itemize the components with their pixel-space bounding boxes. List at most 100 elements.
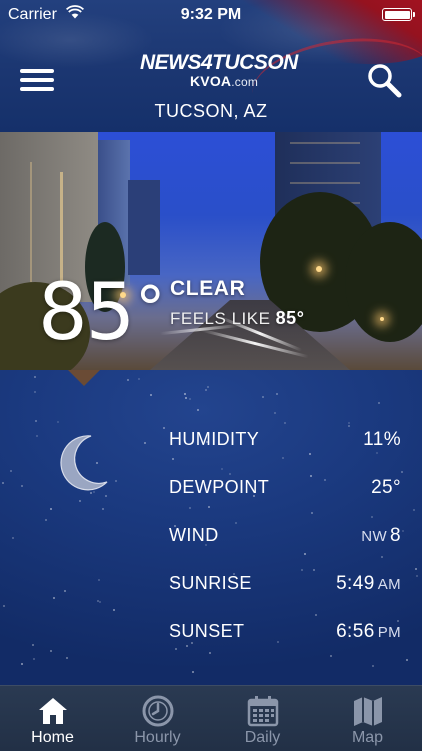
star (34, 376, 36, 378)
building-window (290, 182, 360, 184)
star (313, 569, 315, 571)
wind-direction: NW (361, 528, 388, 545)
star (262, 396, 264, 398)
building-window (30, 162, 32, 282)
star (401, 471, 403, 473)
tab-hourly[interactable]: Hourly (105, 686, 210, 751)
star (207, 386, 209, 388)
star (10, 470, 12, 472)
star (33, 658, 35, 660)
tree (345, 222, 422, 342)
logo-sub-name: KVOA (189, 73, 232, 89)
star (90, 492, 92, 494)
tab-daily[interactable]: Daily (210, 686, 315, 751)
star (282, 457, 284, 459)
star (415, 568, 417, 570)
sunset-label: SUNSET (169, 621, 245, 641)
building-window (60, 172, 63, 282)
street-lamp (316, 266, 322, 272)
star (57, 421, 59, 423)
star (79, 500, 81, 502)
star (315, 614, 317, 616)
sunrise-label: SUNRISE (169, 573, 252, 593)
map-icon (354, 697, 382, 726)
star (50, 508, 52, 510)
hamburger-icon-bar (20, 78, 54, 82)
star (413, 509, 415, 511)
building (128, 180, 160, 275)
sunrise-value: 5:49 AM (336, 573, 401, 595)
degree-symbol: ° (135, 274, 165, 344)
star (66, 657, 68, 659)
star (274, 412, 276, 414)
dewpoint-row: DEWPOINT 25° (169, 477, 401, 503)
star (3, 605, 5, 607)
bottom-tab-bar: Home Hourly Daily Map (0, 685, 422, 751)
humidity-label: HUMIDITY (169, 429, 260, 449)
status-time: 9:32 PM (180, 6, 242, 23)
star (163, 427, 165, 429)
station-logo[interactable]: NEWS4TUCSON KVOA.com (140, 51, 298, 94)
condition-label: CLEAR (170, 277, 246, 300)
status-bar: Carrier 9:32 PM (0, 0, 422, 30)
logo-sub: KVOA.com (166, 74, 282, 89)
conditions-details-panel: HUMIDITY 11% DEWPOINT 25° WIND NW 8 SUNRI… (0, 370, 422, 685)
star (105, 495, 107, 497)
star (205, 389, 207, 391)
street-lamp (380, 317, 384, 321)
wind-value: NW 8 (361, 525, 401, 547)
star (189, 398, 191, 400)
sunset-ampm: PM (377, 624, 401, 641)
star (402, 530, 404, 532)
star (189, 507, 191, 509)
star (138, 378, 140, 380)
search-icon[interactable] (366, 62, 402, 98)
star (229, 473, 231, 475)
logo-brand: NEWS4TUCSON (140, 51, 298, 74)
star (406, 659, 408, 661)
star (371, 516, 373, 518)
moon-icon (60, 435, 108, 491)
feels-like-label: FEELS LIKE (170, 309, 271, 328)
star (208, 506, 210, 508)
star (34, 391, 36, 393)
sunrise-row: SUNRISE 5:49 AM (169, 573, 401, 599)
menu-button[interactable] (20, 67, 54, 93)
star (2, 482, 4, 484)
star (175, 648, 177, 650)
tab-label: Map (351, 729, 384, 746)
feels-like-value: 85° (275, 308, 305, 328)
star (416, 575, 418, 577)
star (45, 519, 47, 521)
star (32, 644, 34, 646)
sunset-row: SUNSET 6:56 PM (169, 621, 401, 647)
star (115, 480, 117, 482)
star (127, 379, 129, 381)
star (311, 512, 313, 514)
star (150, 394, 152, 396)
star (301, 569, 303, 571)
star (378, 402, 380, 404)
dewpoint-value: 25° (371, 477, 401, 498)
star (98, 579, 100, 581)
star (330, 655, 332, 657)
app-header: Carrier 9:32 PM NEWS4TUCSON KVOA.com TUC… (0, 0, 422, 132)
star (50, 650, 52, 652)
tab-home[interactable]: Home (0, 686, 105, 751)
humidity-row: HUMIDITY 11% (169, 429, 401, 455)
section-pointer (68, 370, 100, 386)
sunrise-time: 5:49 (336, 573, 375, 594)
building-window (290, 162, 360, 164)
hamburger-icon-bar (20, 87, 54, 91)
tab-label: Daily (244, 729, 281, 746)
star (36, 435, 38, 437)
star (53, 597, 55, 599)
star (185, 397, 187, 399)
calendar-icon (247, 696, 279, 727)
sunset-value: 6:56 PM (336, 621, 401, 643)
sunset-time: 6:56 (336, 621, 375, 642)
star (197, 409, 199, 411)
tab-map[interactable]: Map (315, 686, 420, 751)
star (372, 665, 374, 667)
home-icon (39, 698, 67, 724)
